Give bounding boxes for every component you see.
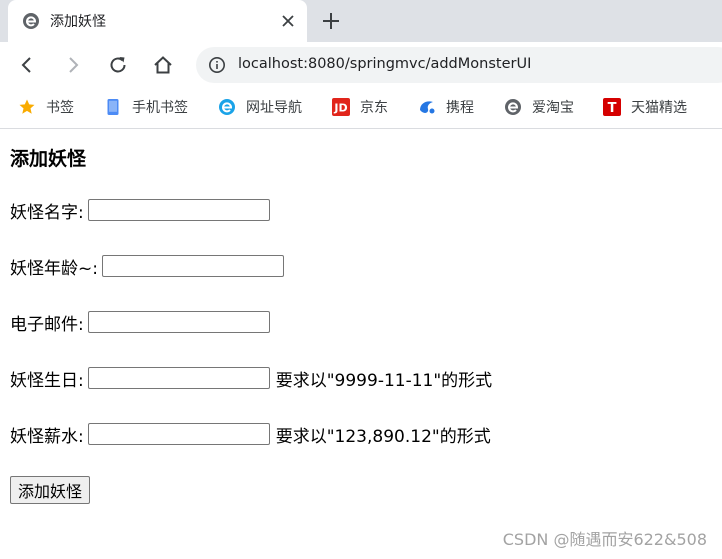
browser-toolbar: localhost:8080/springmvc/addMonsterUI	[0, 42, 722, 88]
monster-name-input[interactable]	[87, 199, 270, 221]
bookmark-label: 爱淘宝	[532, 100, 574, 116]
tab-title: 添加妖怪	[50, 14, 106, 30]
email-input[interactable]	[87, 311, 270, 333]
browser-tab[interactable]: 添加妖怪	[8, 0, 307, 42]
form-row-birthday: 妖怪生日: 要求以"9999-11-11"的形式	[10, 364, 492, 392]
bookmark-item[interactable]: 携程	[418, 96, 474, 118]
field-hint: 要求以"123,890.12"的形式	[275, 426, 491, 447]
page-heading: 添加妖怪	[10, 148, 87, 170]
e-browser-icon	[505, 99, 521, 115]
field-hint: 要求以"9999-11-11"的形式	[275, 370, 493, 391]
bookmark-label: 网址导航	[246, 100, 302, 116]
add-monster-button[interactable]: 添加妖怪	[10, 476, 91, 504]
bookmark-label: 京东	[360, 100, 388, 116]
bookmark-item[interactable]: 书签	[18, 96, 74, 118]
form-row-salary: 妖怪薪水: 要求以"123,890.12"的形式	[10, 420, 491, 448]
bookmark-item[interactable]: T 天猫精选	[603, 96, 687, 118]
home-icon[interactable]	[152, 54, 174, 76]
back-icon[interactable]	[16, 54, 38, 76]
bookmark-label: 手机书签	[132, 100, 188, 116]
form-row-age: 妖怪年龄~:	[10, 252, 290, 280]
url-text: localhost:8080/springmvc/addMonsterUI	[238, 56, 532, 72]
e-browser-icon	[23, 13, 39, 29]
bookmark-label: 天猫精选	[631, 100, 687, 116]
form-row-name: 妖怪名字:	[10, 196, 276, 224]
form-row-email: 电子邮件:	[10, 308, 276, 336]
address-bar[interactable]: localhost:8080/springmvc/addMonsterUI	[196, 47, 722, 83]
watermark: CSDN @随遇而安622&508	[502, 530, 707, 549]
new-tab-icon[interactable]	[320, 10, 342, 32]
bookmarks-bar: 书签 手机书签 网址导航 JD 京东 携程 爱淘宝 T 天猫精选	[0, 88, 722, 129]
phone-icon	[107, 99, 119, 115]
reload-icon[interactable]	[107, 54, 129, 76]
bookmark-item[interactable]: 手机书签	[104, 96, 188, 118]
bookmark-item[interactable]: 网址导航	[218, 96, 302, 118]
e-browser-icon	[219, 99, 235, 115]
monster-age-input[interactable]	[101, 255, 284, 277]
birthday-input[interactable]	[87, 367, 270, 389]
bookmark-label: 携程	[446, 100, 474, 116]
bookmark-label: 书签	[46, 100, 74, 116]
field-label: 妖怪名字:	[10, 202, 84, 223]
field-label: 妖怪生日:	[10, 370, 84, 391]
bookmark-item[interactable]: JD 京东	[332, 96, 388, 118]
tab-strip: 添加妖怪	[0, 0, 722, 42]
svg-text:T: T	[608, 101, 617, 116]
info-icon[interactable]	[208, 56, 226, 74]
forward-icon[interactable]	[62, 54, 84, 76]
field-label: 电子邮件:	[10, 314, 84, 335]
salary-input[interactable]	[87, 423, 270, 445]
close-icon[interactable]	[279, 12, 297, 30]
bookmark-item[interactable]: 爱淘宝	[504, 96, 574, 118]
jd-icon: JD	[332, 98, 350, 116]
svg-text:JD: JD	[333, 102, 347, 115]
star-icon	[19, 99, 35, 114]
field-label: 妖怪年龄~:	[10, 258, 98, 279]
field-label: 妖怪薪水:	[10, 426, 84, 447]
ctrip-icon	[420, 101, 435, 114]
tmall-icon: T	[603, 98, 621, 116]
